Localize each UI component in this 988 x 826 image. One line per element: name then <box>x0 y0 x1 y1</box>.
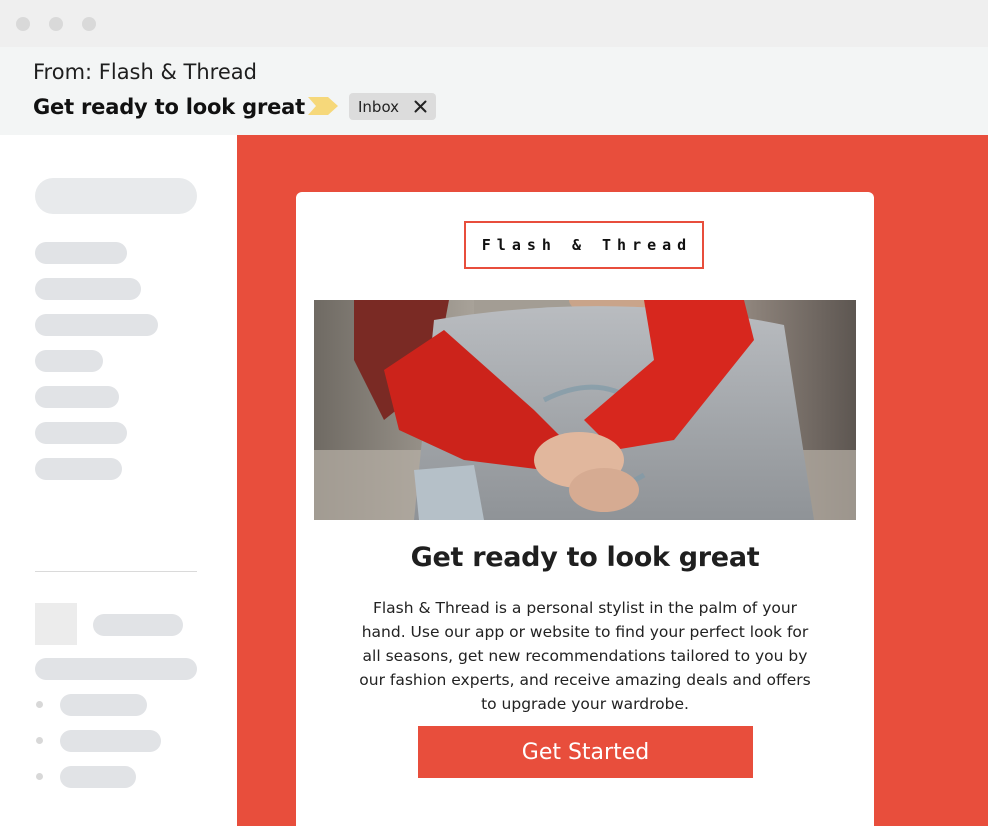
email-subject: Get ready to look great <box>33 95 305 119</box>
close-icon[interactable] <box>413 99 428 114</box>
email-from: From: Flash & Thread <box>33 60 257 84</box>
brand-logo: Flash & Thread <box>464 221 704 269</box>
sidebar <box>0 135 237 826</box>
sidebar-placeholder-item <box>35 422 127 444</box>
sidebar-placeholder-bullet <box>36 737 43 744</box>
importance-marker-icon[interactable] <box>308 97 338 115</box>
inbox-label-chip[interactable]: Inbox <box>349 93 436 120</box>
window-close-dot[interactable] <box>16 17 30 31</box>
sidebar-divider <box>35 571 197 572</box>
sidebar-placeholder-compose <box>35 178 197 214</box>
card-title: Get ready to look great <box>410 542 760 573</box>
brand-logo-text: Flash & Thread <box>481 236 693 254</box>
hero-image <box>314 300 856 520</box>
email-body-area: Flash & Thread Get ready to look great F… <box>237 135 988 826</box>
sidebar-placeholder-item <box>60 694 147 716</box>
sidebar-placeholder-item <box>93 614 183 636</box>
get-started-button[interactable]: Get Started <box>418 726 753 778</box>
window-minimize-dot[interactable] <box>49 17 63 31</box>
sidebar-placeholder-avatar <box>35 603 77 645</box>
sidebar-placeholder-item <box>60 730 161 752</box>
sidebar-placeholder-item <box>35 278 141 300</box>
email-card: Flash & Thread Get ready to look great F… <box>296 192 874 826</box>
sidebar-placeholder-bullet <box>36 773 43 780</box>
get-started-button-label: Get Started <box>521 739 650 765</box>
inbox-label-text: Inbox <box>358 97 400 116</box>
window-maximize-dot[interactable] <box>82 17 96 31</box>
sidebar-placeholder-item <box>35 242 127 264</box>
card-body-text: Flash & Thread is a personal stylist in … <box>359 599 811 713</box>
sidebar-placeholder-bullet <box>36 701 43 708</box>
sidebar-placeholder-item <box>35 458 122 480</box>
sidebar-placeholder-item <box>35 386 119 408</box>
window-titlebar <box>0 0 988 47</box>
sidebar-placeholder-item <box>35 314 158 336</box>
email-header: From: Flash & Thread Get ready to look g… <box>0 47 988 135</box>
sidebar-placeholder-item <box>60 766 136 788</box>
sidebar-placeholder-item <box>35 658 197 680</box>
sidebar-placeholder-item <box>35 350 103 372</box>
